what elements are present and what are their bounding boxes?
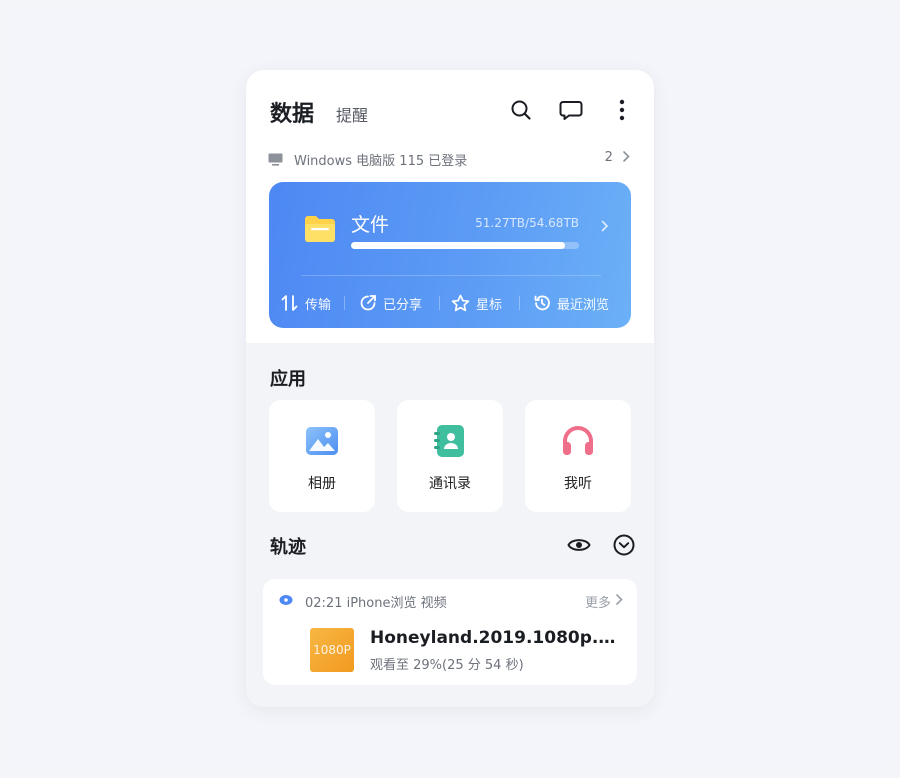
action-transfer[interactable]: 传输 (281, 292, 331, 314)
action-recent[interactable]: 最近浏览 (533, 292, 609, 314)
contacts-icon (434, 425, 464, 457)
monitor-icon (268, 153, 283, 166)
action-label: 星标 (476, 297, 503, 313)
more-link[interactable]: 更多 (585, 592, 611, 611)
view-dot-icon (279, 595, 293, 605)
app-label: 我听 (564, 476, 592, 492)
video-title[interactable]: Honeyland.2019.1080p.WEBRip.x264 (370, 628, 632, 648)
app-contacts[interactable]: 通讯录 (397, 400, 503, 512)
apps-section-title: 应用 (270, 369, 306, 390)
chevron-right-icon (601, 220, 609, 232)
app-label: 相册 (308, 476, 336, 492)
action-label: 已分享 (383, 297, 423, 313)
thumbnail-label: 1080P (313, 643, 351, 657)
folder-icon (305, 216, 335, 242)
login-status-bar[interactable]: Windows 电脑版 115 已登录 2 (268, 150, 630, 172)
share-icon (360, 295, 376, 311)
action-label: 传输 (305, 297, 332, 313)
chevron-right-icon (623, 151, 630, 162)
message-icon[interactable] (558, 97, 584, 123)
page-title: 数据 (270, 102, 315, 127)
storage-progress-bar (351, 242, 579, 249)
login-device-count: 2 (605, 150, 630, 165)
headphones-icon (563, 426, 593, 455)
video-thumbnail[interactable]: 1080P (310, 628, 354, 672)
tab-reminders[interactable]: 提醒 (336, 102, 368, 126)
app-label: 通讯录 (429, 476, 471, 492)
action-separator (439, 296, 440, 310)
action-separator (344, 296, 345, 310)
track-section-title: 轨迹 (270, 537, 306, 558)
action-label: 最近浏览 (557, 297, 610, 313)
action-starred[interactable]: 星标 (451, 292, 502, 314)
transfer-icon (281, 295, 298, 311)
app-listen[interactable]: 我听 (525, 400, 631, 512)
action-separator (519, 296, 520, 310)
history-icon (534, 295, 550, 311)
storage-progress-fill (351, 242, 565, 249)
search-icon[interactable] (508, 97, 534, 123)
app-panel: 数据 提醒 Windows 电脑版 115 已登录 2 文件 51.27TB/5… (246, 70, 654, 707)
top-header: 数据 提醒 (246, 70, 654, 150)
chevron-right-icon (616, 594, 623, 605)
device-count-value: 2 (604, 150, 613, 165)
album-icon (306, 427, 338, 455)
files-card[interactable]: 文件 51.27TB/54.68TB 传输 已分享 星标 最近浏览 (269, 182, 631, 328)
track-card[interactable]: 02:21 iPhone浏览 视频 更多 1080P Honeyland.201… (263, 579, 637, 685)
login-status-text: Windows 电脑版 115 已登录 (294, 154, 468, 169)
chevron-down-circle-icon[interactable] (612, 533, 636, 557)
star-icon (451, 294, 470, 312)
more-vertical-icon[interactable] (609, 97, 635, 123)
storage-usage: 51.27TB/54.68TB (475, 216, 579, 230)
track-meta: 02:21 iPhone浏览 视频 (305, 596, 447, 611)
eye-icon[interactable] (567, 533, 591, 557)
lower-section: 应用 相册 通讯录 我听 轨迹 02:21 iPhone浏览 视频 更多 108… (246, 343, 654, 707)
watch-progress: 观看至 29%(25 分 54 秒) (370, 658, 524, 673)
app-album[interactable]: 相册 (269, 400, 375, 512)
card-divider (301, 275, 601, 276)
files-label: 文件 (351, 214, 390, 236)
action-shared[interactable]: 已分享 (359, 292, 422, 314)
